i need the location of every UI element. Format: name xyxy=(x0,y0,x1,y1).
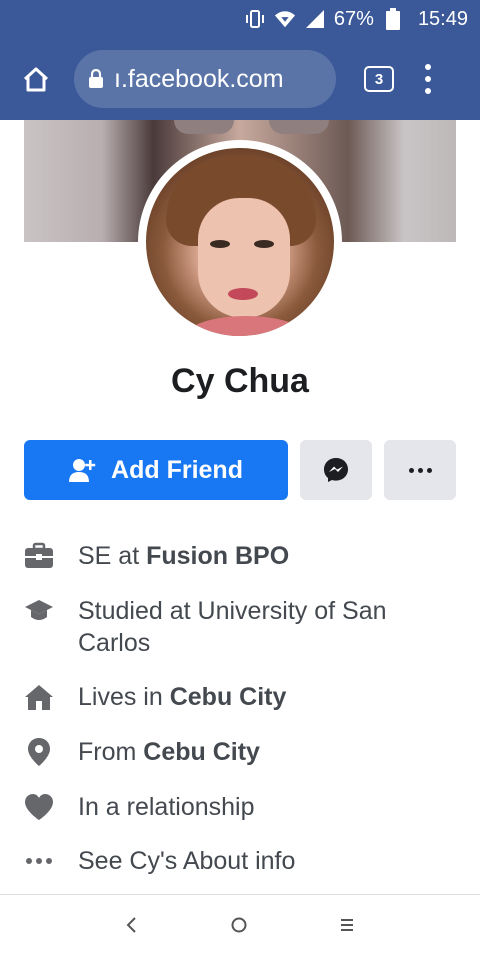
home-nav-button[interactable] xyxy=(230,916,248,939)
battery-icon xyxy=(382,8,404,30)
lock-icon xyxy=(89,69,103,88)
detail-relationship: In a relationship xyxy=(24,791,464,823)
clock: 15:49 xyxy=(417,7,468,30)
menu-dot xyxy=(425,88,431,94)
detail-education-text: Studied at University of San Carlos xyxy=(78,597,387,657)
url-text: ı.facebook.com xyxy=(114,64,284,93)
detail-about-text: See Cy's About info xyxy=(78,847,296,875)
detail-from-text: From Cebu City xyxy=(78,736,260,768)
detail-about-link[interactable]: See Cy's About info xyxy=(24,845,464,877)
detail-lives-prefix: Lives in xyxy=(78,683,170,711)
avatar-face xyxy=(198,198,290,318)
home-circle-icon xyxy=(231,917,247,933)
avatar-shirt xyxy=(186,316,306,336)
tab-switcher-button[interactable]: 3 xyxy=(364,66,394,92)
more-options-button[interactable] xyxy=(384,440,456,500)
detail-from: From Cebu City xyxy=(24,736,464,768)
status-bar: 67% 15:49 xyxy=(0,0,480,38)
ellipsis-icon xyxy=(24,845,54,877)
browser-toolbar: ı.facebook.com 3 xyxy=(0,38,480,120)
signal-icon xyxy=(304,8,326,30)
profile-name: Cy Chua xyxy=(171,362,309,400)
detail-work: SE at Fusion BPO xyxy=(24,540,464,572)
profile-picture[interactable] xyxy=(138,140,342,344)
detail-lives-text: Lives in Cebu City xyxy=(78,681,286,713)
cover-detail xyxy=(269,120,329,134)
detail-work-employer[interactable]: Fusion BPO xyxy=(146,542,289,570)
vibrate-icon xyxy=(244,8,266,30)
system-navigation-bar xyxy=(0,894,480,960)
message-button[interactable] xyxy=(300,440,372,500)
detail-lives-city[interactable]: Cebu City xyxy=(170,683,287,711)
briefcase-icon xyxy=(24,540,54,572)
avatar-lips xyxy=(228,288,258,300)
more-dot xyxy=(417,467,423,473)
home-icon xyxy=(23,67,49,92)
heart-icon xyxy=(24,791,54,823)
graduation-cap-icon xyxy=(24,595,54,627)
house-icon xyxy=(24,681,54,713)
location-pin-icon xyxy=(24,736,54,768)
recents-button[interactable] xyxy=(339,917,355,938)
avatar-eye xyxy=(210,240,230,248)
detail-from-city[interactable]: Cebu City xyxy=(143,738,260,766)
battery-percent: 67% xyxy=(333,7,374,30)
recents-lines-icon xyxy=(340,919,353,931)
detail-relationship-text: In a relationship xyxy=(78,793,255,821)
detail-from-prefix: From xyxy=(78,738,144,766)
back-button[interactable] xyxy=(125,916,139,939)
menu-dot xyxy=(425,64,431,70)
detail-education: Studied at University of San Carlos xyxy=(24,595,464,659)
detail-work-prefix: SE at xyxy=(78,542,147,570)
tab-count: 3 xyxy=(374,70,384,88)
add-person-icon xyxy=(69,459,96,482)
detail-work-text: SE at Fusion BPO xyxy=(78,540,289,572)
wifi-icon xyxy=(274,8,296,30)
add-friend-button[interactable]: Add Friend xyxy=(24,440,288,500)
detail-lives: Lives in Cebu City xyxy=(24,681,464,713)
home-button[interactable] xyxy=(12,55,60,103)
overflow-menu-button[interactable] xyxy=(418,59,438,99)
cover-detail xyxy=(174,120,234,134)
more-dot xyxy=(408,467,414,473)
add-friend-label: Add Friend xyxy=(111,455,243,484)
address-bar[interactable]: ı.facebook.com xyxy=(74,50,336,108)
avatar-eye xyxy=(254,240,274,248)
back-chevron-icon xyxy=(126,917,137,933)
avatar xyxy=(146,148,334,336)
menu-dot xyxy=(425,76,431,82)
messenger-icon xyxy=(324,458,348,482)
more-dot xyxy=(426,467,432,473)
